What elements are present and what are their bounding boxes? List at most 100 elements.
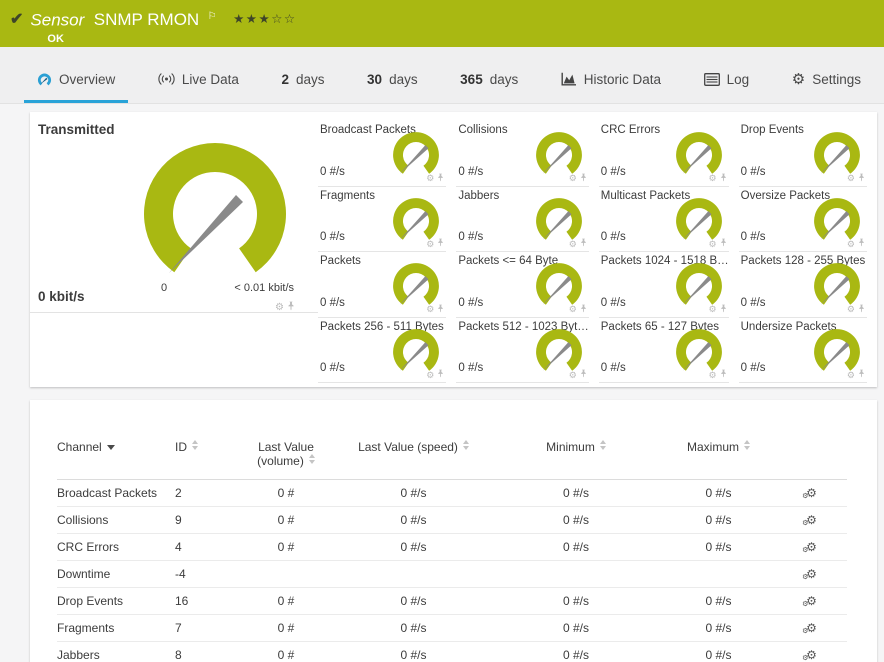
tab-label: Settings [812, 71, 861, 87]
channel-name-cell[interactable]: Collisions [57, 506, 175, 534]
gear-icon[interactable]: ⚙ [569, 239, 577, 249]
column-header[interactable]: ID [175, 400, 236, 480]
tab-2-days[interactable]: 2 days [268, 47, 337, 103]
channel-gauge-tile[interactable]: Packets 512 - 1023 Byt… 0 #/s ⚙ [456, 318, 598, 384]
tab-settings[interactable]: ⚙ Settings [779, 47, 874, 103]
channel-settings-gears-icon[interactable]: ⚙ ⚙ [802, 514, 817, 527]
channel-settings-gears-icon[interactable]: ⚙ ⚙ [802, 595, 817, 608]
channel-gauge-tile[interactable]: Oversize Packets 0 #/s ⚙ [738, 187, 877, 253]
gear-icon[interactable]: ⚙ [569, 370, 577, 380]
pin-icon[interactable] [437, 304, 444, 316]
last-value-speed-cell [336, 560, 491, 588]
log-icon [703, 72, 720, 86]
pin-icon[interactable] [437, 238, 444, 250]
channel-name-cell[interactable]: Jabbers [57, 641, 175, 662]
channel-gauge-tile[interactable]: Packets 256 - 511 Bytes 0 #/s ⚙ [318, 318, 456, 384]
tab-historic-data[interactable]: Historic Data [548, 47, 674, 103]
column-header[interactable]: Maximum [661, 400, 776, 480]
channel-settings-gears-icon[interactable]: ⚙ ⚙ [802, 541, 817, 554]
column-header[interactable]: Last Value (speed) [336, 400, 491, 480]
gear-icon[interactable]: ⚙ [569, 174, 577, 183]
channel-name-cell[interactable]: CRC Errors [57, 533, 175, 561]
channel-gauge-tile[interactable]: Fragments 0 #/s ⚙ [318, 187, 456, 253]
channel-gauge-value: 0 #/s [600, 231, 626, 243]
gear-icon[interactable]: ⚙ [709, 174, 717, 183]
priority-stars[interactable]: ★★★☆☆ [233, 12, 297, 26]
column-header[interactable] [776, 400, 847, 480]
sort-icon [744, 440, 750, 450]
channel-gauge-tile[interactable]: Broadcast Packets 0 #/s ⚙ [318, 121, 456, 187]
channel-gauge-tile[interactable]: Drop Events 0 #/s ⚙ [738, 121, 877, 187]
pin-icon[interactable] [720, 173, 727, 185]
pin-icon[interactable] [437, 173, 444, 185]
gear-icon[interactable]: ⚙ [847, 305, 855, 314]
channel-gauge-tile[interactable]: Jabbers 0 #/s ⚙ [456, 187, 598, 253]
tab-365-days[interactable]: 365 days [447, 47, 531, 103]
pin-icon[interactable] [858, 238, 865, 250]
minimum-cell: 0 #/s [491, 641, 661, 662]
column-header[interactable]: Minimum [491, 400, 661, 480]
pin-icon[interactable] [720, 369, 727, 381]
gear-icon[interactable]: ⚙ [709, 305, 717, 314]
column-header[interactable]: Last Value (volume) [236, 400, 336, 480]
channel-gauge-tile[interactable]: Packets 0 #/s ⚙ [318, 252, 456, 318]
channel-settings-gears-icon[interactable]: ⚙ ⚙ [802, 487, 817, 500]
channel-name-cell[interactable]: Downtime [57, 560, 175, 588]
tab-30-days[interactable]: 30 days [354, 47, 431, 103]
gear-icon[interactable]: ⚙ [847, 239, 855, 249]
channel-gauge-tile[interactable]: CRC Errors 0 #/s ⚙ [598, 121, 739, 187]
tab-log[interactable]: Log [691, 47, 763, 103]
pin-icon[interactable] [858, 369, 865, 381]
channel-gauge-tile[interactable]: Packets <= 64 Byte 0 #/s ⚙ [456, 252, 598, 318]
pin-icon[interactable] [580, 238, 587, 250]
last-value-speed-cell: 0 #/s [336, 533, 491, 561]
channel-gauge [393, 132, 440, 174]
channel-gauge-tile[interactable]: Packets 1024 - 1518 B… 0 #/s ⚙ [598, 252, 739, 318]
channel-name-cell[interactable]: Fragments [57, 614, 175, 642]
channel-gauge-tile[interactable]: Collisions 0 #/s ⚙ [456, 121, 598, 187]
gear-icon[interactable]: ⚙ [426, 239, 434, 249]
channel-gauge-tile[interactable]: Packets 128 - 255 Bytes 0 #/s ⚙ [738, 252, 877, 318]
gear-icon[interactable]: ⚙ [847, 174, 855, 183]
gear-icon[interactable]: ⚙ [426, 305, 434, 314]
pin-icon[interactable] [858, 304, 865, 316]
gear-icon[interactable]: ⚙ [709, 239, 717, 249]
gear-icon[interactable]: ⚙ [426, 370, 434, 380]
pin-icon[interactable] [720, 304, 727, 316]
divider [30, 312, 318, 313]
pin-icon[interactable] [580, 173, 587, 185]
pin-icon[interactable] [580, 304, 587, 316]
gear-icon[interactable]: ⚙ [709, 370, 717, 380]
pin-icon[interactable] [858, 173, 865, 185]
channel-settings-gears-icon[interactable]: ⚙ ⚙ [802, 649, 817, 662]
pin-icon[interactable] [580, 369, 587, 381]
channel-gauge-tile[interactable]: Multicast Packets 0 #/s ⚙ [598, 187, 739, 253]
channel-name-cell[interactable]: Drop Events [57, 587, 175, 615]
gauge-icon [37, 72, 52, 87]
channel-gauge-tile[interactable]: Undersize Packets 0 #/s ⚙ [738, 318, 877, 384]
minimum-cell: 0 #/s [491, 587, 661, 615]
sort-icon [308, 454, 315, 464]
tab-bar: Overview Live Data 2 days 30 days 365 da… [0, 47, 884, 104]
gear-icon[interactable]: ⚙ [426, 174, 434, 183]
channel-name-cell[interactable]: Broadcast Packets [57, 479, 175, 507]
channel-settings-gears-icon[interactable]: ⚙ ⚙ [802, 622, 817, 635]
tab-label: Historic Data [583, 71, 662, 87]
sensor-title-name: SNMP RMON [93, 10, 200, 30]
tab-live-data[interactable]: Live Data [145, 47, 252, 103]
last-value-volume-cell: 0 # [236, 479, 336, 507]
column-header[interactable]: Channel [57, 400, 175, 480]
sensor-title-prefix: Sensor [30, 10, 85, 30]
gear-icon[interactable]: ⚙ [569, 305, 577, 314]
maximum-cell: 0 #/s [661, 587, 776, 615]
channel-settings-gears-icon[interactable]: ⚙ ⚙ [802, 568, 817, 581]
gear-icon[interactable]: ⚙ [847, 370, 855, 380]
last-value-speed-cell: 0 #/s [336, 506, 491, 534]
tab-overview[interactable]: Overview [24, 47, 129, 103]
pin-icon[interactable] [720, 238, 727, 250]
channel-gauge-value: 0 #/s [600, 296, 626, 309]
pin-icon[interactable] [437, 369, 444, 381]
channel-gauge-tile[interactable]: Packets 65 - 127 Bytes 0 #/s ⚙ [598, 318, 739, 384]
gear-icon[interactable]: ⚙ [275, 302, 284, 313]
tab-number: 365 [460, 71, 483, 87]
